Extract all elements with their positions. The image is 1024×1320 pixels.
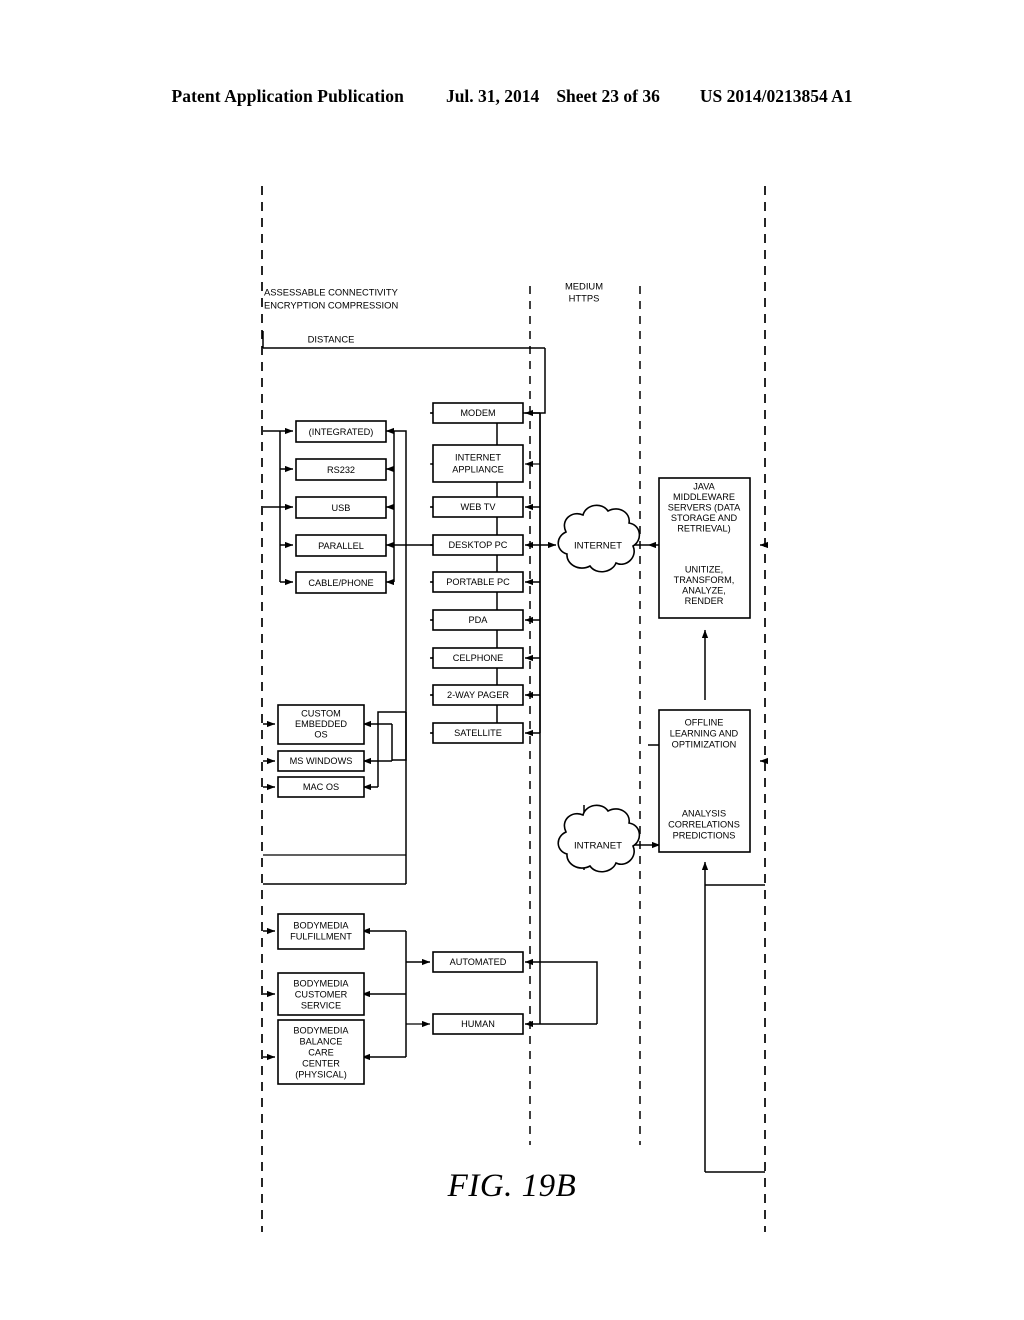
- node-rs232[interactable]: RS232: [295, 458, 387, 481]
- node-java-middleware[interactable]: JAVA MIDDLEWARE SERVERS (DATA STORAGE AN…: [658, 477, 751, 619]
- node-integrated-label: (INTEGRATED): [309, 427, 374, 437]
- node-satellite[interactable]: SATELLITE: [432, 722, 524, 744]
- node-celphone[interactable]: CELPHONE: [432, 647, 524, 669]
- node-java-middleware-sublabel-4: RENDER: [685, 596, 724, 606]
- node-web-tv[interactable]: WEB TV: [432, 496, 524, 518]
- node-modem[interactable]: MODEM: [432, 402, 524, 424]
- node-bodymedia-balance-care-label-1: BODYMEDIA: [293, 1025, 349, 1035]
- node-offline-learning-label-3: OPTIMIZATION: [672, 739, 737, 749]
- node-automated[interactable]: AUTOMATED: [432, 951, 524, 973]
- node-mac-os-label: MAC OS: [303, 782, 339, 792]
- node-cable-phone[interactable]: CABLE/PHONE: [295, 571, 387, 594]
- node-custom-embedded-os[interactable]: CUSTOM EMBEDDED OS: [277, 704, 365, 745]
- node-bodymedia-fulfillment-label-1: BODYMEDIA: [293, 920, 349, 930]
- medium-label-line2: HTTPS: [569, 292, 600, 303]
- node-java-middleware-sublabel-1: UNITIZE,: [685, 564, 723, 574]
- node-parallel[interactable]: PARALLEL: [295, 534, 387, 557]
- node-celphone-label: CELPHONE: [453, 653, 504, 663]
- os-return-join: [392, 712, 407, 761]
- node-desktop-pc-label: DESKTOP PC: [449, 540, 508, 550]
- node-custom-embedded-os-label-1: CUSTOM: [301, 708, 341, 718]
- node-two-way-pager-label: 2-WAY PAGER: [447, 690, 509, 700]
- node-bodymedia-customer-service-label-3: SERVICE: [301, 1000, 341, 1010]
- node-internet-appliance-label-1: INTERNET: [455, 452, 501, 462]
- node-java-middleware-label-3: SERVERS (DATA: [668, 502, 741, 512]
- node-rs232-label: RS232: [327, 465, 355, 475]
- node-bodymedia-fulfillment[interactable]: BODYMEDIA FULFILLMENT: [277, 913, 365, 950]
- assessable-connectivity-label-line2: ENCRYPTION COMPRESSION: [264, 299, 398, 310]
- node-bodymedia-balance-care-label-4: CENTER: [302, 1058, 340, 1068]
- node-bodymedia-customer-service-label-1: BODYMEDIA: [293, 978, 349, 988]
- node-ms-windows[interactable]: MS WINDOWS: [277, 750, 365, 772]
- node-cable-phone-label: CABLE/PHONE: [308, 578, 373, 588]
- node-two-way-pager[interactable]: 2-WAY PAGER: [432, 684, 524, 706]
- node-bodymedia-customer-service[interactable]: BODYMEDIA CUSTOMER SERVICE: [277, 972, 365, 1016]
- node-usb[interactable]: USB: [295, 496, 387, 519]
- node-offline-learning-label-1: OFFLINE: [685, 717, 724, 727]
- node-offline-learning-sublabel-1: ANALYSIS: [682, 808, 726, 818]
- node-java-middleware-label-1: JAVA: [693, 481, 715, 491]
- node-satellite-label: SATELLITE: [454, 728, 502, 738]
- assessable-connectivity-label-line1: ASSESSABLE CONNECTIVITY: [264, 286, 399, 297]
- node-java-middleware-label-5: RETRIEVAL): [677, 523, 730, 533]
- figure-caption: FIG. 19B: [447, 1168, 577, 1204]
- node-portable-pc-label: PORTABLE PC: [446, 577, 510, 587]
- node-human-label: HUMAN: [461, 1019, 495, 1029]
- node-pda[interactable]: PDA: [432, 609, 524, 631]
- channel-return-rail: [540, 961, 598, 1024]
- node-java-middleware-label-2: MIDDLEWARE: [673, 492, 735, 502]
- cloud-intranet[interactable]: INTRANET: [557, 804, 641, 873]
- node-pda-label: PDA: [469, 615, 489, 625]
- figure-19b-diagram: ASSESSABLE CONNECTIVITY ENCRYPTION COMPR…: [0, 0, 1024, 1320]
- node-custom-embedded-os-label-3: OS: [314, 729, 327, 739]
- node-java-middleware-sublabel-3: ANALYZE,: [682, 585, 726, 595]
- node-java-middleware-sublabel-2: TRANSFORM,: [674, 575, 735, 585]
- connectivity-return-down-rail: [394, 430, 407, 760]
- node-parallel-label: PARALLEL: [318, 541, 364, 551]
- node-portable-pc[interactable]: PORTABLE PC: [432, 571, 524, 593]
- node-usb-label: USB: [332, 503, 351, 513]
- node-web-tv-label: WEB TV: [460, 502, 496, 512]
- node-offline-learning-sublabel-2: CORRELATIONS: [668, 819, 740, 829]
- node-automated-label: AUTOMATED: [450, 957, 507, 967]
- node-offline-learning-label-2: LEARNING AND: [670, 728, 739, 738]
- node-offline-learning[interactable]: OFFLINE LEARNING AND OPTIMIZATION ANALYS…: [658, 709, 751, 853]
- node-bodymedia-balance-care-label-2: BALANCE: [300, 1036, 343, 1046]
- node-bodymedia-balance-care-label-3: CARE: [308, 1047, 334, 1057]
- node-bodymedia-fulfillment-label-2: FULFILLMENT: [290, 931, 352, 941]
- node-desktop-pc[interactable]: DESKTOP PC: [432, 534, 524, 556]
- node-modem-label: MODEM: [460, 408, 495, 418]
- node-internet-appliance[interactable]: INTERNET APPLIANCE: [432, 444, 524, 483]
- node-custom-embedded-os-label-2: EMBEDDED: [295, 719, 347, 729]
- cloud-internet[interactable]: INTERNET: [557, 504, 641, 573]
- distance-label: DISTANCE: [308, 333, 355, 344]
- node-ms-windows-label: MS WINDOWS: [290, 756, 353, 766]
- node-human[interactable]: HUMAN: [432, 1013, 524, 1035]
- node-java-middleware-label-4: STORAGE AND: [671, 513, 738, 523]
- medium-label-line1: MEDIUM: [565, 280, 603, 291]
- node-bodymedia-balance-care[interactable]: BODYMEDIA BALANCE CARE CENTER (PHYSICAL): [277, 1019, 365, 1085]
- node-offline-learning-sublabel-3: PREDICTIONS: [673, 830, 736, 840]
- node-bodymedia-balance-care-label-5: (PHYSICAL): [295, 1069, 347, 1079]
- node-bodymedia-customer-service-label-2: CUSTOMER: [295, 989, 348, 999]
- cloud-internet-label: INTERNET: [574, 541, 622, 552]
- node-mac-os[interactable]: MAC OS: [277, 776, 365, 798]
- node-internet-appliance-label-2: APPLIANCE: [452, 464, 504, 474]
- cloud-intranet-label: INTRANET: [574, 841, 622, 852]
- node-integrated[interactable]: (INTEGRATED): [295, 420, 387, 443]
